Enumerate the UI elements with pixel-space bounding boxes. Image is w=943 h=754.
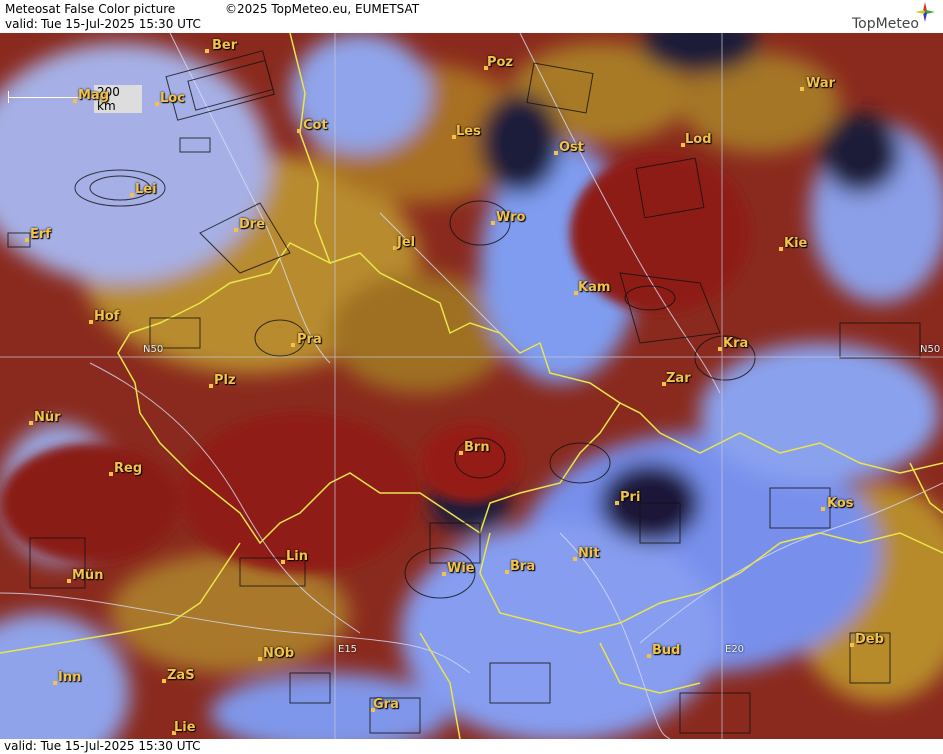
city-marker (209, 384, 213, 388)
city-label: Jel (397, 235, 416, 250)
topmeteo-logo[interactable]: TopMeteo (835, 2, 935, 32)
city-label: War (806, 76, 836, 91)
city-marker (821, 507, 825, 511)
city-marker (162, 679, 166, 683)
city-label: Kos (827, 496, 854, 511)
city-label: Nit (578, 546, 600, 561)
city-label: Poz (487, 55, 514, 70)
copyright: ©2025 TopMeteo.eu, EUMETSAT (225, 2, 420, 16)
city-marker (647, 654, 651, 658)
valid-time: Tue 15-Jul-2025 15:30 UTC (41, 17, 201, 31)
valid-label: valid: (5, 17, 38, 31)
grid-label-n50-right: N50 (920, 344, 941, 355)
city-marker (573, 557, 577, 561)
city-label: Lin (286, 549, 308, 564)
city-label: Wro (496, 210, 526, 225)
grid-label-e20: E20 (725, 644, 745, 655)
grid-label-e15: E15 (338, 644, 358, 655)
city-label: Kie (784, 236, 808, 251)
city-marker (29, 421, 33, 425)
city-label: Bra (510, 559, 536, 574)
city-marker (505, 570, 509, 574)
city-label: Cot (303, 118, 328, 133)
city-label: Bud (652, 643, 681, 658)
city-label: Nür (34, 410, 61, 425)
city-marker (234, 228, 238, 232)
city-label: Brn (464, 440, 490, 455)
city-marker (800, 87, 804, 91)
city-label: Reg (114, 461, 143, 476)
city-marker (291, 343, 295, 347)
city-marker (459, 451, 463, 455)
city-marker (109, 472, 113, 476)
city-label: NOb (263, 646, 295, 661)
city-marker (67, 579, 71, 583)
city-label: Ost (559, 140, 585, 155)
city-marker (297, 129, 301, 133)
city-marker (779, 247, 783, 251)
city-label: Hof (94, 309, 120, 324)
city-label: Lie (174, 720, 196, 735)
city-label: Dre (239, 217, 266, 232)
city-label: Mag (78, 88, 110, 103)
city-marker (491, 221, 495, 225)
logo-text: TopMeteo (852, 16, 919, 32)
city-label: Zar (666, 371, 691, 386)
city-label: Erf (30, 227, 51, 242)
city-label: Wie (447, 561, 475, 576)
city-marker (73, 99, 77, 103)
header-bar: Meteosat False Color picture ©2025 TopMe… (0, 0, 943, 34)
city-marker (205, 49, 209, 53)
city-label: Inn (58, 670, 82, 685)
city-label: Deb (855, 632, 884, 647)
city-marker (850, 643, 854, 647)
image-title: Meteosat False Color picture (5, 2, 176, 16)
city-label: Pra (297, 332, 322, 347)
city-marker (53, 681, 57, 685)
satellite-map[interactable]: 200 km N50 N50 E15 E20 Ber Poz Mag Loc Cot Wa… (0, 33, 943, 739)
city-marker (718, 347, 722, 351)
city-label: Pri (620, 490, 641, 505)
city-label: Les (456, 124, 481, 139)
city-marker (554, 151, 558, 155)
city-marker (89, 320, 93, 324)
city-label: Loc (160, 91, 185, 106)
city-label: Mün (72, 568, 104, 583)
footer-bar: valid: Tue 15-Jul-2025 15:30 UTC (0, 739, 943, 754)
city-label: Lod (685, 132, 712, 147)
footer-valid: valid: Tue 15-Jul-2025 15:30 UTC (4, 739, 201, 753)
city-label: Lei (135, 182, 157, 197)
city-label: Ber (212, 38, 238, 53)
city-label: Plz (214, 373, 236, 388)
city-label: ZaS (167, 668, 195, 683)
city-label: Kra (723, 336, 749, 351)
city-marker (155, 102, 159, 106)
city-label: Kam (578, 280, 611, 295)
city-marker (281, 560, 285, 564)
city-marker (615, 501, 619, 505)
city-marker (442, 572, 446, 576)
city-marker (25, 238, 29, 242)
grid-label-n50-left: N50 (143, 344, 164, 355)
city-marker (130, 193, 134, 197)
city-marker (258, 657, 262, 661)
city-label: Gra (373, 697, 399, 712)
